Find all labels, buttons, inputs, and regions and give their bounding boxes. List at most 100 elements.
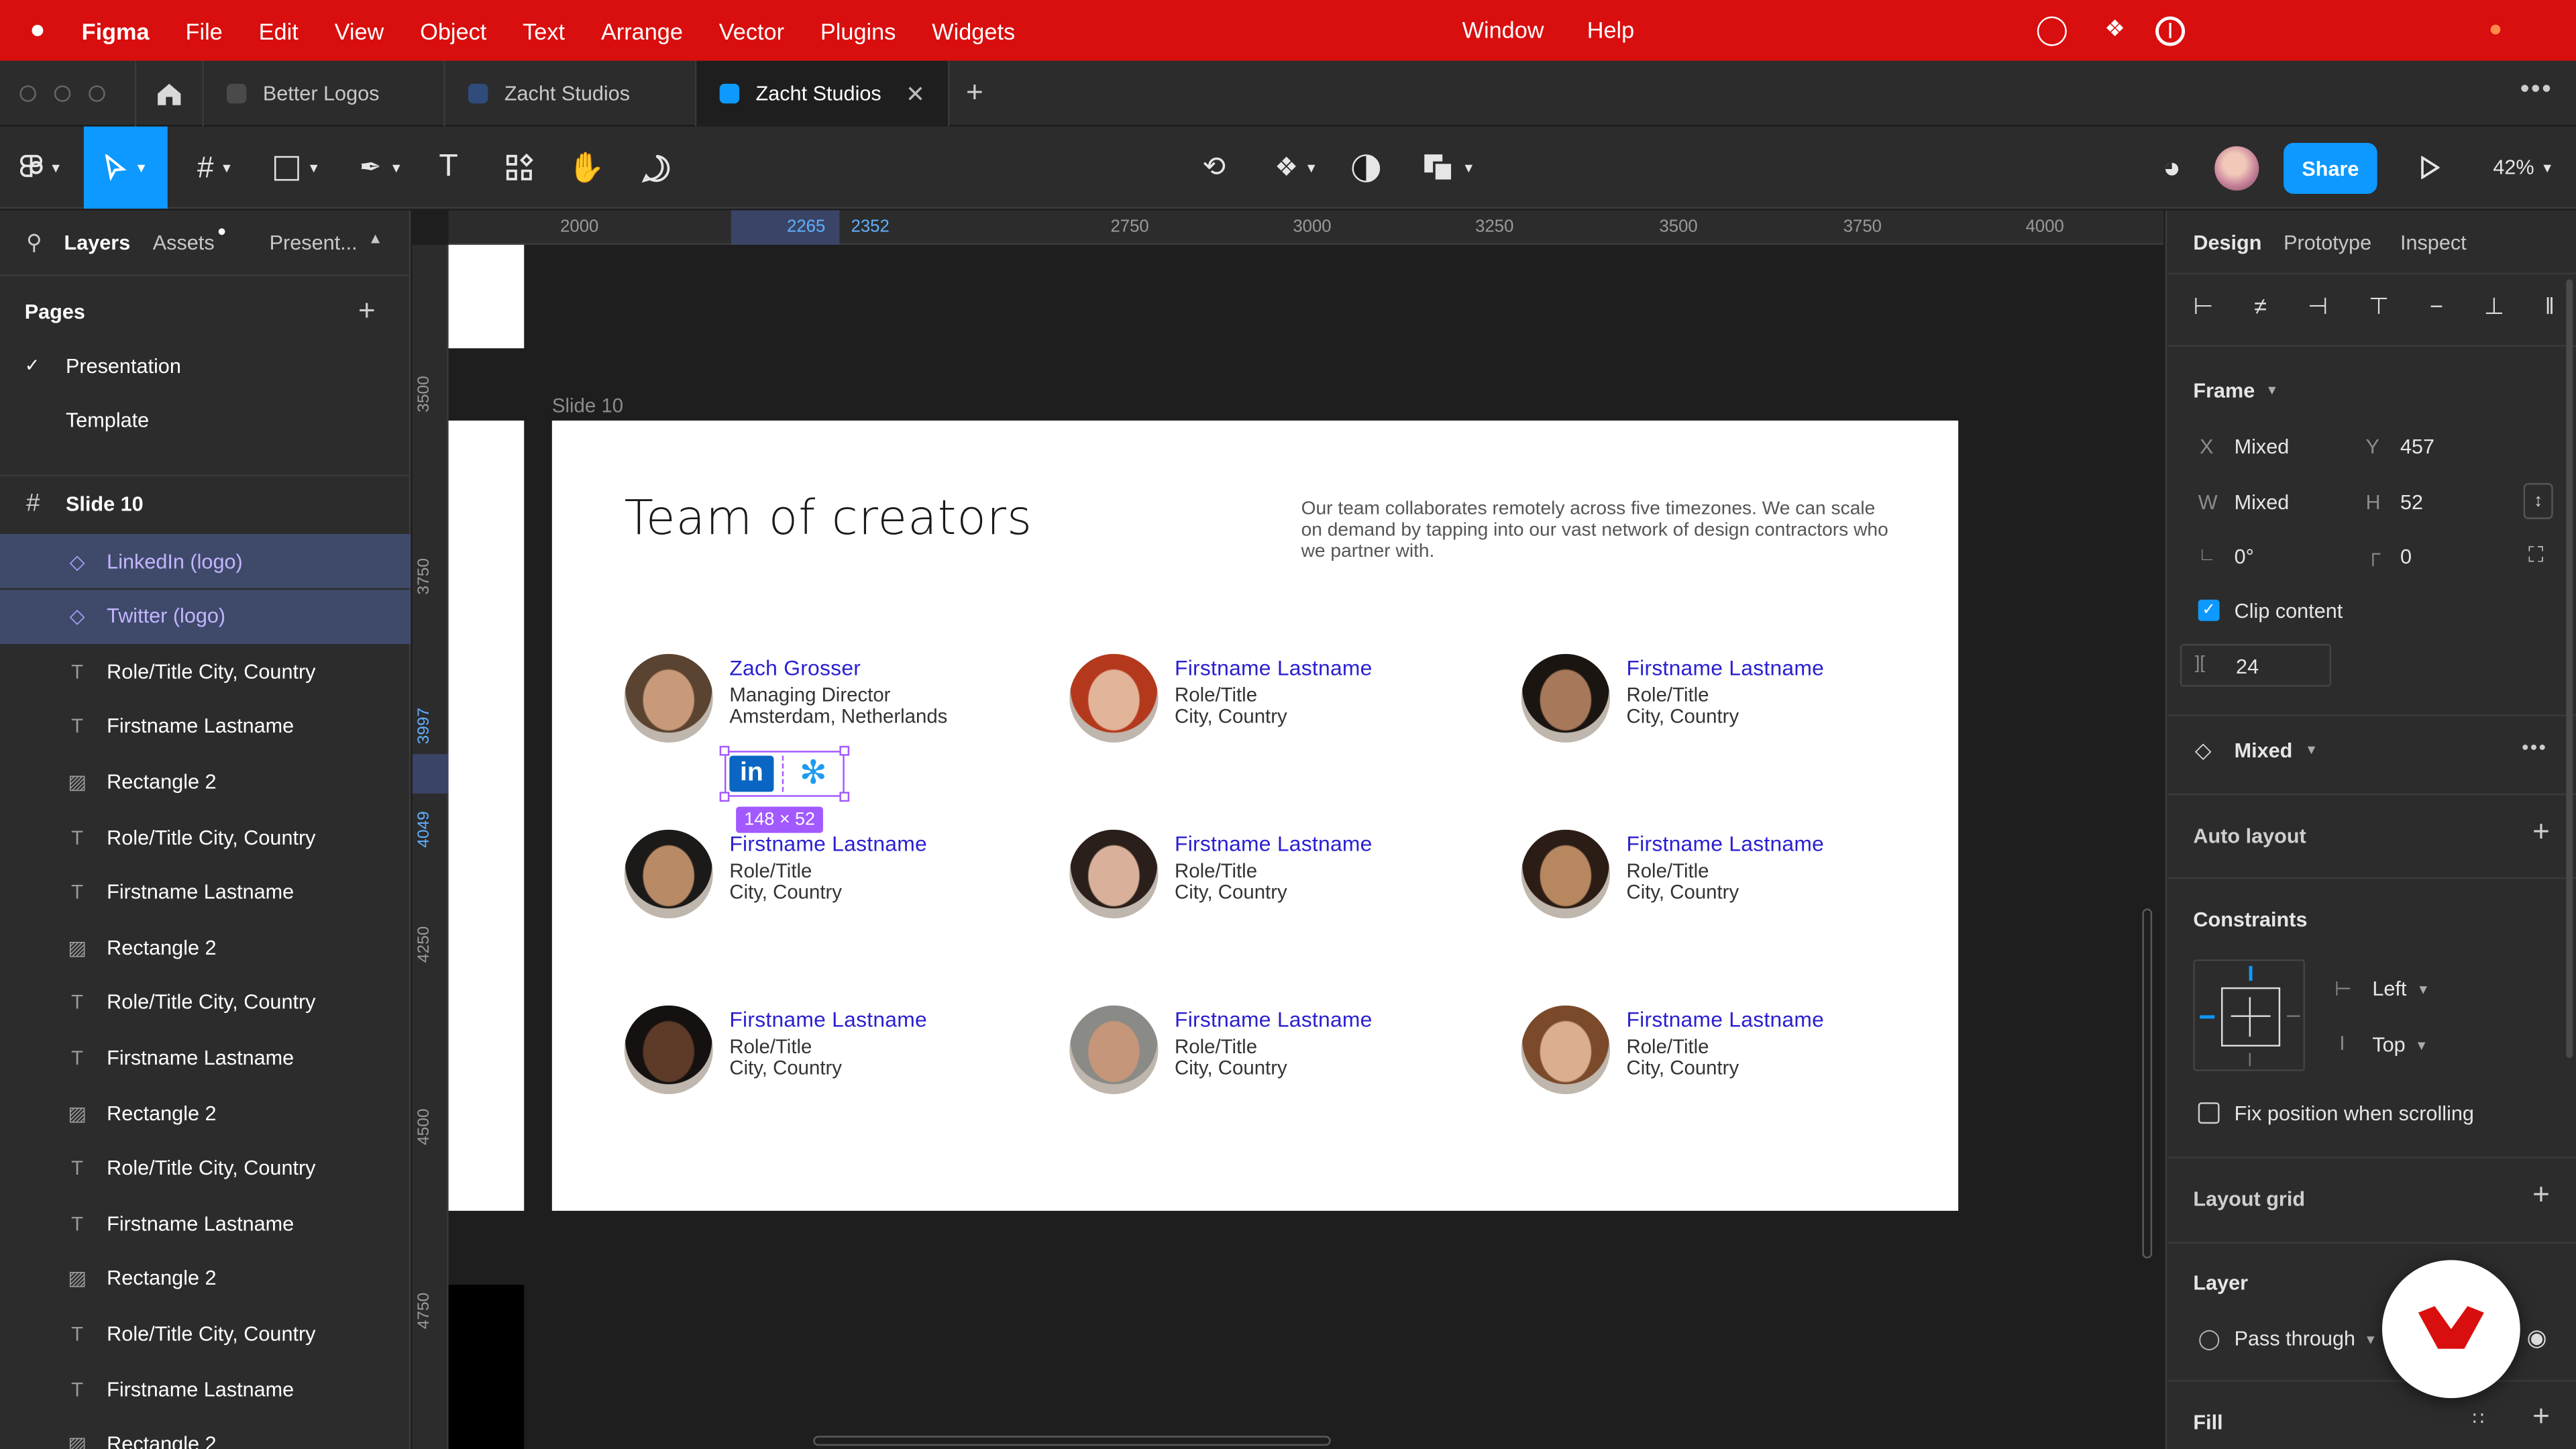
adjacent-frame[interactable] bbox=[448, 244, 525, 349]
chevron-up-icon[interactable]: ▲ bbox=[368, 230, 383, 246]
layer-row[interactable]: ◇ LinkedIn (logo) bbox=[0, 533, 411, 588]
layer-row[interactable]: T Role/Title City, Country bbox=[0, 1307, 411, 1361]
tab-prototype[interactable]: Prototype bbox=[2284, 231, 2371, 254]
slide-frame[interactable]: Team of creators Our team collaborates r… bbox=[551, 420, 1959, 1211]
layer-row[interactable]: T Firstname Lastname bbox=[0, 700, 411, 754]
constraint-right[interactable] bbox=[2286, 1015, 2300, 1017]
team-member-card[interactable]: Firstname Lastname Role/Title City, Countr… bbox=[1069, 653, 1464, 746]
add-fill-icon[interactable]: + bbox=[2532, 1400, 2550, 1434]
layer-row[interactable]: T Firstname Lastname bbox=[0, 1030, 411, 1085]
avatar[interactable] bbox=[1069, 1005, 1159, 1095]
pen-tool-button[interactable]: ✒ ▼ bbox=[352, 148, 411, 187]
independent-corners-icon[interactable]: ⛶ bbox=[2528, 542, 2543, 568]
rotation-field[interactable]: 0° bbox=[2235, 545, 2254, 568]
spacing-field-box[interactable]: ][ 24 bbox=[2180, 644, 2332, 687]
distribute-icon[interactable]: ‖ bbox=[2545, 292, 2555, 319]
layer-row[interactable]: ▨ Rectangle 2 bbox=[0, 1252, 411, 1306]
layer-row[interactable]: ▨ Rectangle 2 bbox=[0, 1086, 411, 1140]
team-member-card[interactable]: Firstname Lastname Role/Title City, Countr… bbox=[624, 1005, 1019, 1097]
resize-handle[interactable] bbox=[839, 745, 850, 756]
add-layout-grid-icon[interactable]: + bbox=[2532, 1178, 2550, 1212]
page-item-template[interactable]: Template bbox=[0, 394, 411, 449]
chevron-down-icon[interactable]: ▼ bbox=[2305, 743, 2318, 757]
x-field[interactable]: Mixed bbox=[2235, 435, 2290, 458]
more-options-icon[interactable]: ••• bbox=[2520, 76, 2553, 105]
tab-better-logos[interactable]: Better Logos bbox=[204, 60, 445, 127]
align-top-icon[interactable]: ⊤ bbox=[2369, 292, 2389, 320]
styles-grid-icon[interactable]: ∷ bbox=[2473, 1408, 2484, 1429]
chevron-down-icon[interactable]: ▼ bbox=[2416, 982, 2429, 997]
team-member-card[interactable]: Firstname Lastname Role/Title City, Countr… bbox=[1521, 829, 1916, 922]
mask-button[interactable] bbox=[1347, 148, 1383, 187]
menu-app-figma[interactable]: Figma bbox=[82, 17, 150, 44]
tab-zacht-studios[interactable]: Zacht Studios bbox=[445, 60, 697, 127]
home-tab[interactable] bbox=[134, 60, 204, 127]
new-tab-plus-icon[interactable]: + bbox=[966, 76, 983, 110]
team-member-card[interactable]: Firstname Lastname Role/Title City, Countr… bbox=[1069, 829, 1464, 922]
layer-row[interactable]: T Role/Title City, Country bbox=[0, 975, 411, 1030]
h-field[interactable]: 52 bbox=[2400, 491, 2423, 514]
user-avatar[interactable] bbox=[2214, 146, 2259, 191]
chevron-down-icon[interactable]: ▼ bbox=[2364, 1332, 2377, 1347]
menu-widgets[interactable]: Widgets bbox=[932, 17, 1015, 44]
status-icon-1[interactable] bbox=[2037, 16, 2067, 46]
constraint-bottom[interactable] bbox=[2249, 1053, 2251, 1067]
clip-content-checkbox[interactable]: ✓ bbox=[2198, 599, 2220, 621]
tab-layers[interactable]: Layers bbox=[64, 231, 131, 254]
frame-tool-button[interactable]: # ▼ bbox=[187, 148, 243, 187]
team-member-card[interactable]: Firstname Lastname Role/Title City, Countr… bbox=[1069, 1005, 1464, 1097]
hand-tool-button[interactable]: ✋ bbox=[568, 148, 605, 187]
tab-zacht-studios-active[interactable]: Zacht Studios ✕ bbox=[696, 60, 950, 127]
menu-edit[interactable]: Edit bbox=[259, 17, 299, 44]
spacing-field[interactable]: 24 bbox=[2236, 655, 2259, 678]
avatar[interactable] bbox=[1521, 829, 1610, 918]
menu-view[interactable]: View bbox=[335, 17, 384, 44]
menu-plugins[interactable]: Plugins bbox=[820, 17, 896, 44]
adjacent-frame[interactable] bbox=[448, 1285, 525, 1449]
blend-mode-select[interactable]: Pass through bbox=[2235, 1328, 2355, 1350]
team-member-card[interactable]: Firstname Lastname Role/Title City, Countr… bbox=[1521, 1005, 1916, 1097]
y-field[interactable]: 457 bbox=[2400, 435, 2434, 458]
window-zoom-icon[interactable] bbox=[89, 85, 105, 102]
avatar[interactable] bbox=[1069, 653, 1159, 743]
resize-handle[interactable] bbox=[719, 792, 730, 802]
layer-frame-slide-10[interactable]: # Slide 10 bbox=[0, 478, 411, 533]
window-close-icon[interactable] bbox=[19, 85, 36, 102]
layer-row[interactable]: T Firstname Lastname bbox=[0, 1362, 411, 1416]
tab-assets[interactable]: Assets bbox=[153, 231, 215, 254]
add-auto-layout-icon[interactable]: + bbox=[2532, 815, 2550, 849]
layer-row[interactable]: T Role/Title City, Country bbox=[0, 644, 411, 698]
menu-vector[interactable]: Vector bbox=[719, 17, 784, 44]
figma-status-icon[interactable]: ❖ bbox=[2104, 15, 2125, 43]
align-left-icon[interactable]: ⊢ bbox=[2193, 292, 2213, 320]
twitter-logo-icon[interactable]: ✻ bbox=[789, 756, 838, 792]
layer-row[interactable]: ▨ Rectangle 2 bbox=[0, 920, 411, 975]
adjacent-frame[interactable] bbox=[448, 420, 525, 1211]
component-name[interactable]: Mixed bbox=[2235, 739, 2293, 762]
apple-icon[interactable]: ● bbox=[30, 15, 46, 45]
layer-row[interactable]: T Role/Title City, Country bbox=[0, 1141, 411, 1195]
window-minimize-icon[interactable] bbox=[54, 85, 71, 102]
align-vertical-center-icon[interactable]: − bbox=[2430, 292, 2443, 319]
layer-row[interactable]: ◇ Twitter (logo) bbox=[0, 589, 411, 644]
chevron-down-icon[interactable]: ▼ bbox=[2265, 383, 2278, 398]
menu-text[interactable]: Text bbox=[523, 17, 565, 44]
layer-row[interactable]: ▨ Rectangle 2 bbox=[0, 755, 411, 809]
main-menu-button[interactable]: ▼ bbox=[13, 148, 69, 187]
resize-handle[interactable] bbox=[839, 792, 850, 802]
share-button[interactable]: Share bbox=[2284, 143, 2377, 194]
close-tab-icon[interactable]: ✕ bbox=[906, 80, 925, 109]
chevron-down-icon[interactable]: ▼ bbox=[2415, 1038, 2428, 1053]
team-member-card[interactable]: Zach Grosser Managing Director Amsterdam, … bbox=[624, 653, 1019, 746]
menu-arrange[interactable]: Arrange bbox=[601, 17, 683, 44]
w-field[interactable]: Mixed bbox=[2235, 491, 2290, 514]
tab-present[interactable]: Present... bbox=[270, 231, 358, 254]
vertical-constraint-select[interactable]: Top bbox=[2372, 1033, 2405, 1056]
align-right-icon[interactable]: ⊣ bbox=[2308, 292, 2328, 320]
resize-handle[interactable] bbox=[719, 745, 730, 756]
audio-button[interactable]: ◕ bbox=[2152, 148, 2192, 187]
canvas[interactable]: 2000 2265 2352 2750 3000 3250 3500 3750 … bbox=[412, 210, 2164, 1449]
selection-box[interactable]: in ✻ bbox=[719, 745, 850, 802]
menu-help[interactable]: Help bbox=[1587, 16, 1635, 42]
avatar[interactable] bbox=[624, 1005, 713, 1095]
